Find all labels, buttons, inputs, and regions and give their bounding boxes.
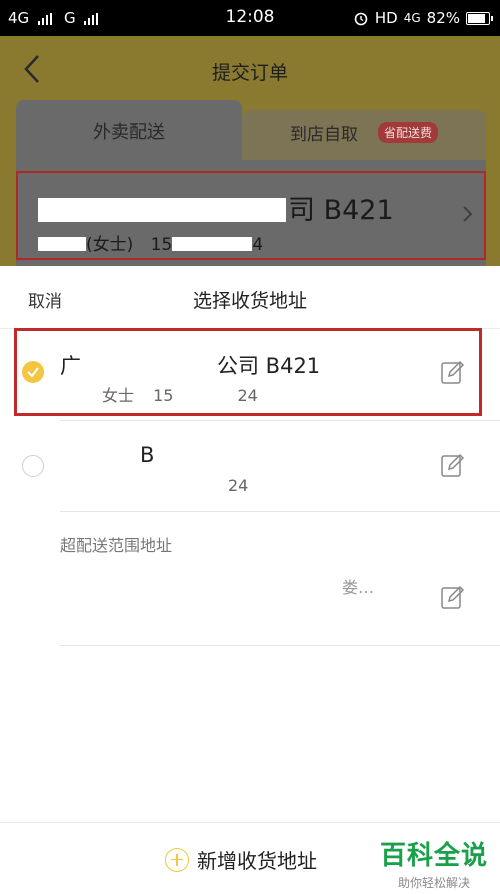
sheet-header: 取消 选择收货地址	[0, 266, 500, 329]
add-address-button[interactable]: 新增收货地址	[165, 845, 317, 874]
sheet-footer: 新增收货地址 百科全说 助你轻松解决	[0, 822, 500, 894]
edit-icon[interactable]	[440, 452, 466, 478]
address-item-2[interactable]: B 24	[0, 421, 500, 511]
highlight-box	[14, 328, 482, 416]
current-address-card[interactable]: 司 B421 (女士) 15 4	[16, 160, 486, 266]
status-bar: 4G G 12:08 HD 4G 82%	[0, 0, 500, 36]
battery-icon	[466, 11, 493, 25]
address-line: 娄…	[342, 578, 375, 597]
contact-line: 24	[228, 476, 249, 495]
status-icons: HD 4G 82%	[353, 9, 493, 27]
battery-percent: 82%	[426, 9, 460, 27]
tab-pickup[interactable]: 到店自取 省配送费	[242, 110, 486, 160]
add-address-label: 新增收货地址	[197, 849, 317, 873]
watermark-logo: 百科全说 助你轻松解决	[380, 835, 488, 891]
out-of-range-item[interactable]: 娄…	[0, 562, 500, 646]
add-icon	[165, 847, 189, 872]
divider	[60, 511, 500, 512]
tab-delivery[interactable]: 外卖配送	[16, 100, 242, 160]
pickup-badge: 省配送费	[378, 122, 439, 143]
address-sheet: 取消 选择收货地址 广公司 B421 女士 15 24 B 24 超配送范围地址 …	[0, 266, 500, 894]
tab-pickup-label: 到店自取	[290, 125, 358, 145]
alarm-icon	[354, 12, 368, 26]
watermark-subtitle: 助你轻松解决	[397, 876, 470, 890]
current-contact-line: (女士) 15 4	[38, 230, 263, 255]
network-right: 4G	[403, 11, 421, 25]
delivery-tabs: 外卖配送 到店自取 省配送费	[16, 100, 486, 160]
chevron-right-icon	[463, 206, 473, 222]
page-title: 提交订单	[211, 62, 288, 84]
current-address-line: 司 B421	[38, 188, 394, 227]
divider	[60, 645, 500, 646]
sheet-title: 选择收货地址	[192, 290, 307, 312]
watermark-title: 百科全说	[379, 841, 488, 871]
address-line: B	[140, 443, 155, 467]
out-of-range-label: 超配送范围地址	[60, 536, 173, 555]
order-header: 提交订单 外卖配送 到店自取 省配送费 司 B421 (女士) 15 4	[0, 36, 500, 266]
hd-label: HD	[374, 9, 398, 27]
edit-icon[interactable]	[440, 584, 466, 610]
check-unselected-icon[interactable]	[22, 455, 44, 477]
tab-delivery-label: 外卖配送	[93, 122, 165, 143]
